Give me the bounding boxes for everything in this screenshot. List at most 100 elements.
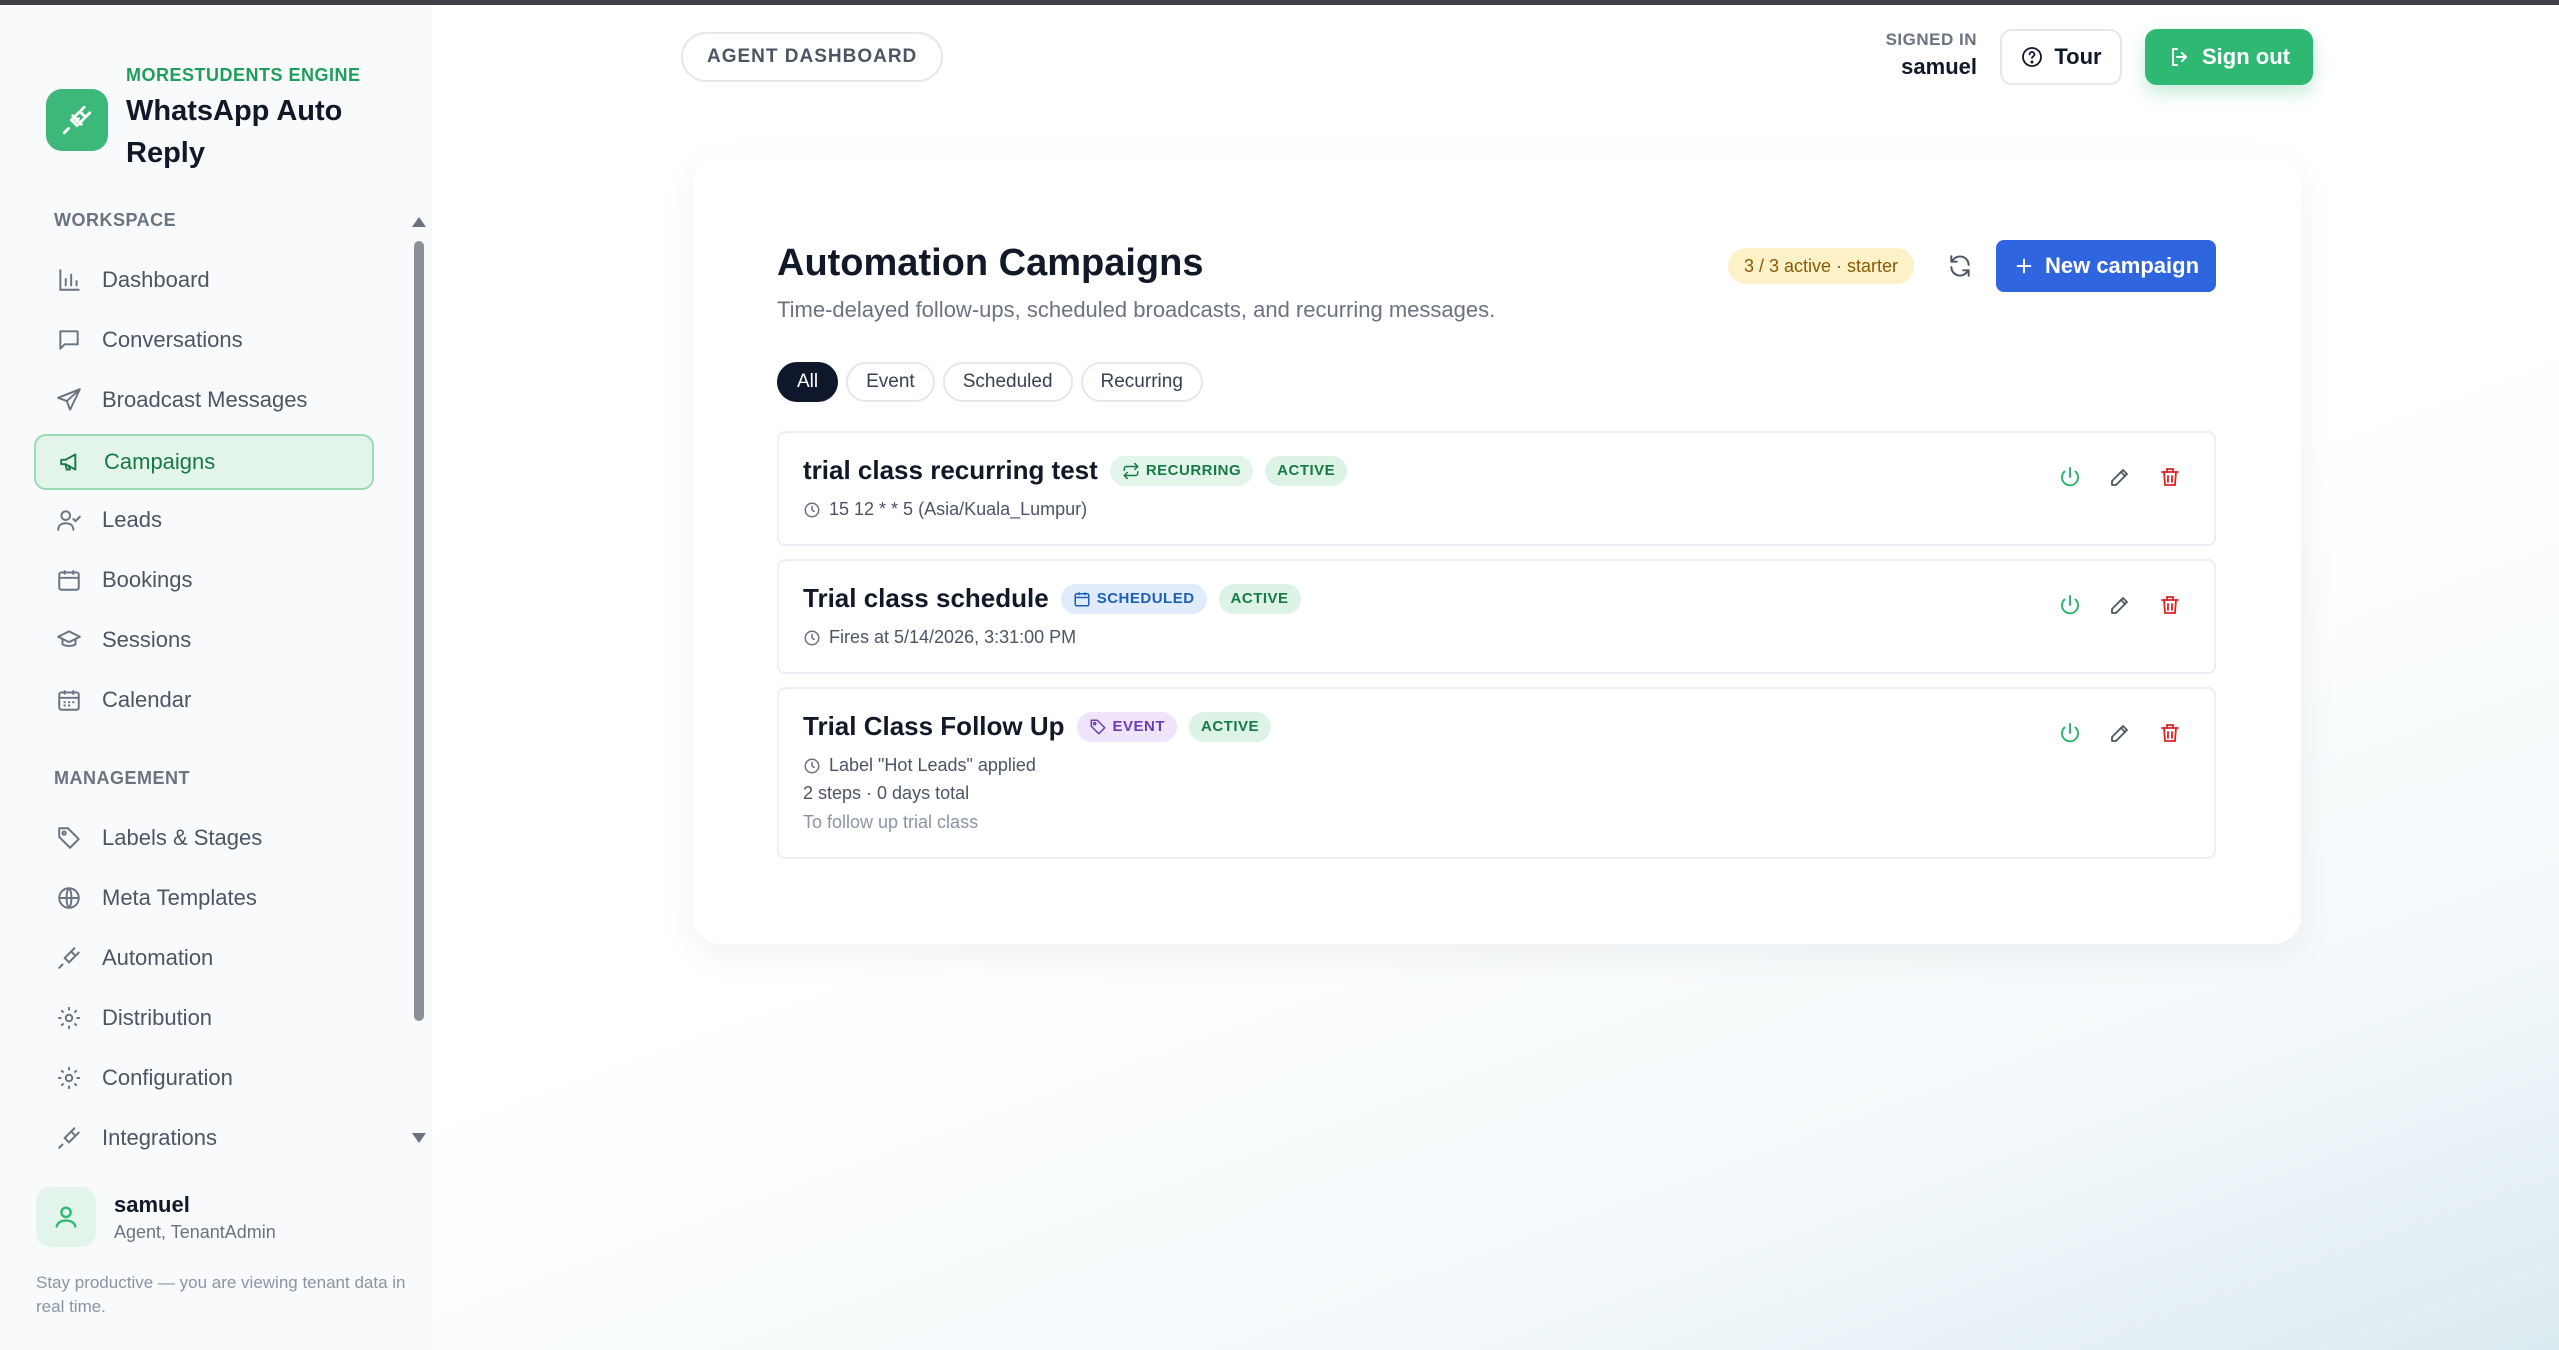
- scroll-down-arrow[interactable]: [412, 1133, 426, 1143]
- globe-icon: [54, 883, 84, 913]
- filter-all[interactable]: All: [777, 362, 839, 402]
- plug-icon: [54, 943, 84, 973]
- tag-icon: [1089, 718, 1107, 736]
- sidebar-item-broadcast[interactable]: Broadcast Messages: [34, 372, 374, 428]
- sidebar-item-calendar[interactable]: Calendar: [34, 672, 374, 728]
- campaign-description: To follow up trial class: [803, 812, 979, 832]
- campaign-schedule: 15 12 * * 5 (Asia/Kuala_Lumpur): [803, 499, 1087, 520]
- sidebar-item-label: Broadcast Messages: [102, 387, 308, 412]
- workspace-section-label: WORKSPACE: [54, 210, 177, 230]
- user-card[interactable]: samuel Agent, TenantAdmin: [36, 1187, 276, 1247]
- page-title: Automation Campaigns: [777, 242, 1204, 284]
- calendar-icon: [1073, 590, 1091, 608]
- tour-label: Tour: [2054, 44, 2102, 69]
- sidebar-item-automation[interactable]: Automation: [34, 930, 374, 986]
- campaign-steps: 2 steps · 0 days total: [803, 783, 970, 803]
- sidebar-item-label: Dashboard: [102, 267, 210, 292]
- sidebar-item-label: Sessions: [102, 627, 192, 652]
- edit-pencil-icon[interactable]: [2106, 463, 2134, 491]
- filter-scheduled[interactable]: Scheduled: [942, 362, 1073, 402]
- campaign-type-label: EVENT: [1112, 718, 1166, 735]
- campaign-name: Trial class schedule: [803, 583, 1049, 613]
- refresh-icon: [1947, 253, 1973, 279]
- sidebar-item-integrations[interactable]: Integrations: [34, 1110, 374, 1166]
- campaign-row[interactable]: trial class recurring test RECURRING ACT…: [777, 431, 2216, 546]
- delete-trash-icon[interactable]: [2156, 591, 2184, 619]
- delete-trash-icon[interactable]: [2156, 719, 2184, 747]
- sidebar-item-bookings[interactable]: Bookings: [34, 552, 374, 608]
- calendar-icon: [54, 565, 84, 595]
- campaign-row[interactable]: Trial class schedule SCHEDULED ACTIVE Fi…: [777, 559, 2216, 674]
- tour-button[interactable]: Tour: [2000, 29, 2122, 85]
- sidebar-item-campaigns[interactable]: Campaigns: [34, 434, 374, 490]
- tag-icon: [54, 823, 84, 853]
- campaign-schedule-text: 15 12 * * 5 (Asia/Kuala_Lumpur): [829, 499, 1088, 519]
- campaign-schedule: Fires at 5/14/2026, 3:31:00 PM: [803, 627, 1076, 648]
- new-campaign-button[interactable]: New campaign: [1996, 240, 2216, 292]
- brand: MORESTUDENTS ENGINE WhatsApp Auto Reply: [46, 65, 386, 174]
- avatar: [36, 1187, 96, 1247]
- filter-tabs: All Event Scheduled Recurring: [777, 362, 1203, 402]
- power-toggle-icon[interactable]: [2056, 591, 2084, 619]
- sidebar-item-distribution[interactable]: Distribution: [34, 990, 374, 1046]
- delete-trash-icon[interactable]: [2156, 463, 2184, 491]
- campaign-name: Trial Class Follow Up: [803, 711, 1065, 741]
- megaphone-icon: [56, 447, 86, 477]
- sidebar-item-label: Labels & Stages: [102, 825, 263, 850]
- breadcrumb: AGENT DASHBOARD: [681, 32, 944, 82]
- refresh-button[interactable]: [1944, 250, 1976, 282]
- signed-in-block: SIGNED IN samuel: [1886, 30, 1977, 80]
- campaign-type-badge: SCHEDULED: [1060, 583, 1207, 614]
- scroll-up-arrow[interactable]: [412, 217, 426, 227]
- edit-pencil-icon[interactable]: [2106, 719, 2134, 747]
- filter-event[interactable]: Event: [846, 362, 935, 402]
- sign-out-icon: [2168, 45, 2192, 69]
- campaign-row[interactable]: Trial Class Follow Up EVENT ACTIVE Label…: [777, 687, 2216, 859]
- campaign-trigger: Label "Hot Leads" applied: [803, 755, 1036, 776]
- user-role: Agent, TenantAdmin: [114, 1221, 276, 1242]
- management-section-label: MANAGEMENT: [54, 768, 190, 788]
- sidebar-item-configuration[interactable]: Configuration: [34, 1050, 374, 1106]
- bar-chart-icon: [54, 265, 84, 295]
- send-icon: [54, 385, 84, 415]
- sidebar-item-dashboard[interactable]: Dashboard: [34, 252, 374, 308]
- campaign-type-label: RECURRING: [1145, 462, 1242, 479]
- sign-out-label: Sign out: [2202, 44, 2290, 69]
- sign-out-button[interactable]: Sign out: [2145, 29, 2313, 85]
- power-toggle-icon[interactable]: [2056, 719, 2084, 747]
- campaign-type-badge: RECURRING: [1109, 455, 1254, 486]
- power-toggle-icon[interactable]: [2056, 463, 2084, 491]
- sidebar-item-label: Configuration: [102, 1065, 233, 1090]
- sidebar-item-label: Bookings: [102, 567, 193, 592]
- sidebar-item-sessions[interactable]: Sessions: [34, 612, 374, 668]
- brand-plug-icon: [46, 89, 108, 151]
- calendar-grid-icon: [54, 685, 84, 715]
- sidebar-scrollbar-thumb[interactable]: [414, 241, 424, 1021]
- graduation-cap-icon: [54, 625, 84, 655]
- sidebar-item-label: Leads: [102, 507, 162, 532]
- sidebar-item-conversations[interactable]: Conversations: [34, 312, 374, 368]
- status-badge: ACTIVE: [1218, 583, 1301, 614]
- sidebar-item-label: Integrations: [102, 1125, 217, 1150]
- user-name: samuel: [114, 1191, 190, 1217]
- sidebar-item-leads[interactable]: Leads: [34, 492, 374, 548]
- campaign-schedule-text: Fires at 5/14/2026, 3:31:00 PM: [829, 627, 1077, 647]
- new-campaign-label: New campaign: [2044, 253, 2200, 278]
- app-title: WhatsApp Auto Reply: [126, 95, 343, 169]
- campaign-actions: [2056, 463, 2184, 491]
- status-badge: ACTIVE: [1265, 455, 1348, 486]
- edit-pencil-icon[interactable]: [2106, 591, 2134, 619]
- filter-recurring[interactable]: Recurring: [1080, 362, 1203, 402]
- campaign-name: trial class recurring test: [803, 455, 1098, 485]
- clock-icon: [803, 757, 821, 775]
- quota-badge: 3 / 3 active · starter: [1728, 248, 1915, 284]
- status-badge: ACTIVE: [1189, 711, 1272, 742]
- signed-in-user: samuel: [1901, 54, 1977, 79]
- sidebar-item-labels-stages[interactable]: Labels & Stages: [34, 810, 374, 866]
- sidebar-item-label: Calendar: [102, 687, 192, 712]
- campaign-type-label: SCHEDULED: [1096, 590, 1195, 607]
- sidebar-item-meta-templates[interactable]: Meta Templates: [34, 870, 374, 926]
- gear-icon: [54, 1003, 84, 1033]
- campaign-trigger-text: Label "Hot Leads" applied: [829, 755, 1036, 775]
- sidebar-item-label: Campaigns: [104, 449, 216, 474]
